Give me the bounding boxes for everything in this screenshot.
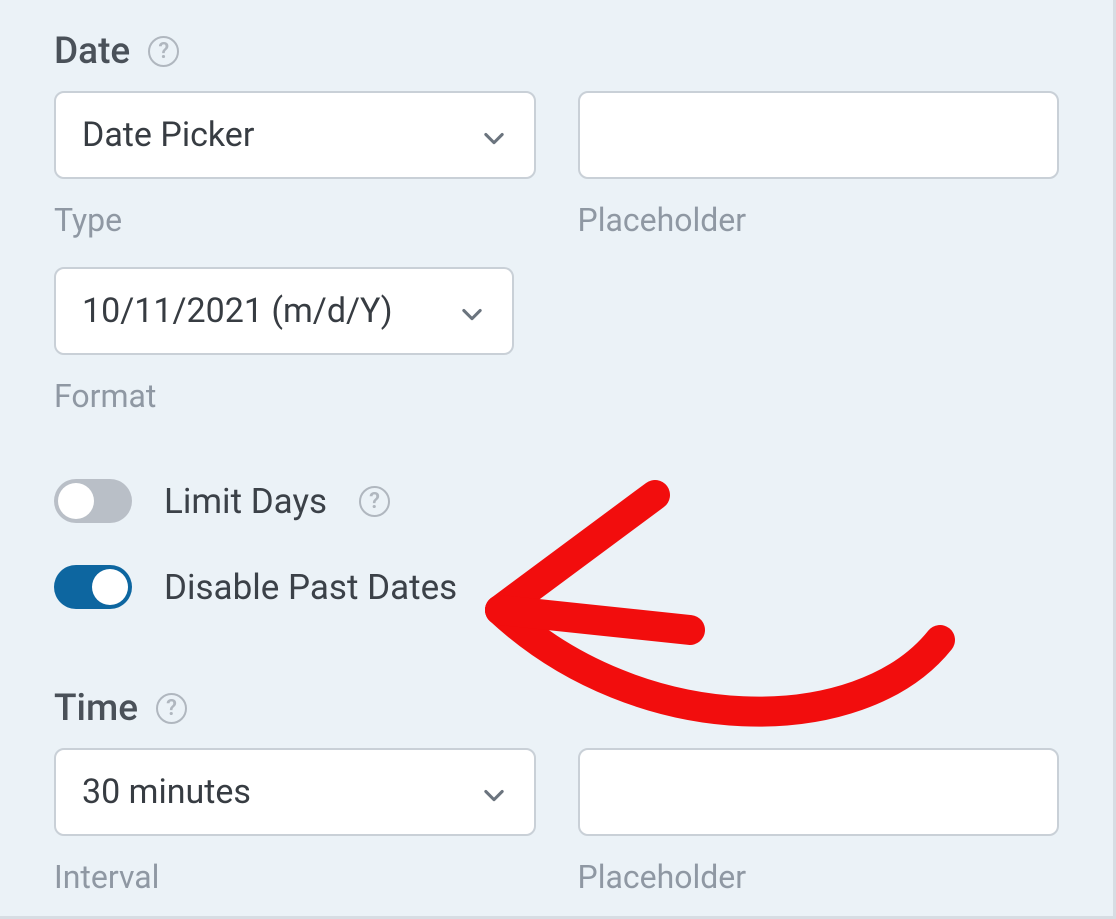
- date-row-2: 10/11/2021 (m/d/Y) Format: [54, 267, 1059, 443]
- help-icon[interactable]: [359, 486, 390, 517]
- date-format-select[interactable]: 10/11/2021 (m/d/Y): [54, 267, 514, 355]
- time-interval-col: 30 minutes Interval: [54, 748, 536, 919]
- date-type-col: Date Picker Type: [54, 91, 536, 267]
- settings-panel: Date Date Picker Type Placeholder 10/11/…: [0, 0, 1116, 919]
- date-type-value: Date Picker: [82, 115, 254, 155]
- date-heading-row: Date: [54, 30, 1059, 73]
- time-interval-value: 30 minutes: [82, 772, 251, 812]
- time-placeholder-input[interactable]: [578, 748, 1060, 836]
- limit-days-label: Limit Days: [164, 481, 327, 522]
- time-placeholder-label: Placeholder: [578, 858, 1060, 896]
- date-format-col: 10/11/2021 (m/d/Y) Format: [54, 267, 536, 443]
- date-placeholder-input[interactable]: [578, 91, 1060, 179]
- disable-past-dates-toggle[interactable]: [54, 565, 132, 609]
- time-placeholder-col: Placeholder: [578, 748, 1060, 919]
- time-row-1: 30 minutes Interval Placeholder: [54, 748, 1059, 919]
- date-heading: Date: [54, 30, 130, 73]
- help-icon[interactable]: [156, 693, 187, 724]
- disable-past-dates-label: Disable Past Dates: [164, 567, 457, 608]
- date-type-select[interactable]: Date Picker: [54, 91, 536, 179]
- chevron-down-icon: [458, 297, 486, 325]
- time-interval-select[interactable]: 30 minutes: [54, 748, 536, 836]
- date-row-1: Date Picker Type Placeholder: [54, 91, 1059, 267]
- chevron-down-icon: [480, 778, 508, 806]
- disable-past-dates-row: Disable Past Dates: [54, 565, 1059, 609]
- time-heading-row: Time: [54, 687, 1059, 730]
- date-format-label: Format: [54, 377, 536, 415]
- help-icon[interactable]: [148, 36, 179, 67]
- time-interval-label: Interval: [54, 858, 536, 896]
- date-placeholder-label: Placeholder: [578, 201, 1060, 239]
- date-placeholder-col: Placeholder: [578, 91, 1060, 267]
- date-format-value: 10/11/2021 (m/d/Y): [82, 291, 393, 331]
- limit-days-toggle[interactable]: [54, 479, 132, 523]
- limit-days-row: Limit Days: [54, 479, 1059, 523]
- time-heading: Time: [54, 687, 138, 730]
- date-type-label: Type: [54, 201, 536, 239]
- chevron-down-icon: [480, 121, 508, 149]
